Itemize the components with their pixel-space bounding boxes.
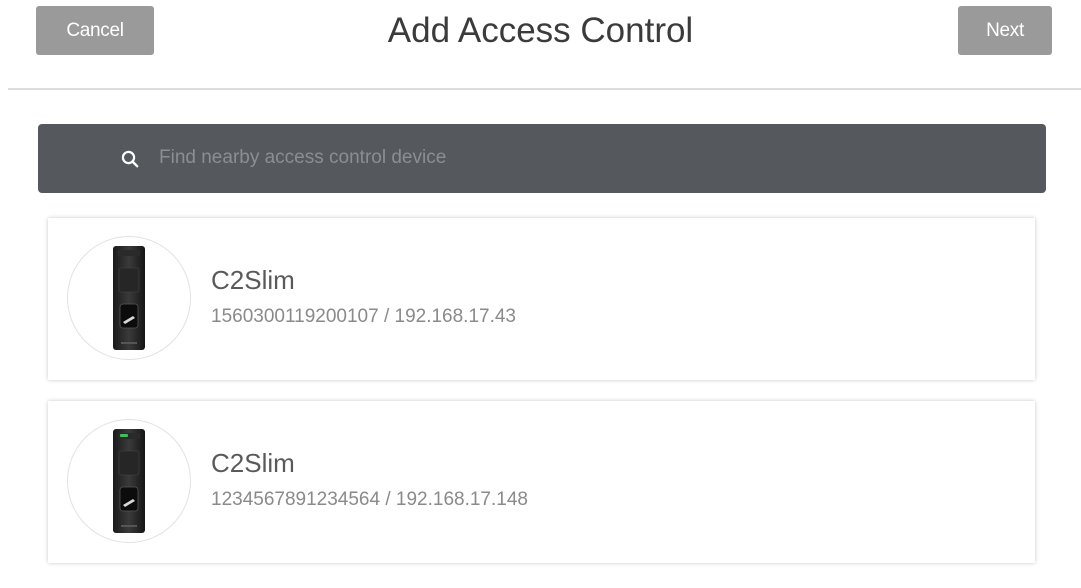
header: Cancel Add Access Control Next [0,0,1081,88]
next-button[interactable]: Next [958,6,1052,55]
access-control-device-icon [113,429,145,533]
device-avatar [67,419,191,543]
search-icon [121,150,139,168]
search-placeholder: Find nearby access control device [159,147,447,168]
device-name: C2Slim [211,448,295,478]
device-list-item[interactable]: C2Slim 1560300119200107 / 192.168.17.43 [48,218,1035,380]
device-name: C2Slim [211,265,295,295]
device-serial-ip: 1234567891234564 / 192.168.17.148 [211,489,528,510]
device-list-item[interactable]: C2Slim 1234567891234564 / 192.168.17.148 [48,401,1035,563]
header-divider [8,88,1081,90]
page-title: Add Access Control [387,11,694,50]
add-access-control-page: Cancel Add Access Control Next Find near… [0,0,1081,588]
device-serial-ip: 1560300119200107 / 192.168.17.43 [211,306,517,327]
access-control-device-icon [113,246,145,350]
device-avatar [67,236,191,360]
find-device-search-bar[interactable]: Find nearby access control device [38,124,1046,193]
